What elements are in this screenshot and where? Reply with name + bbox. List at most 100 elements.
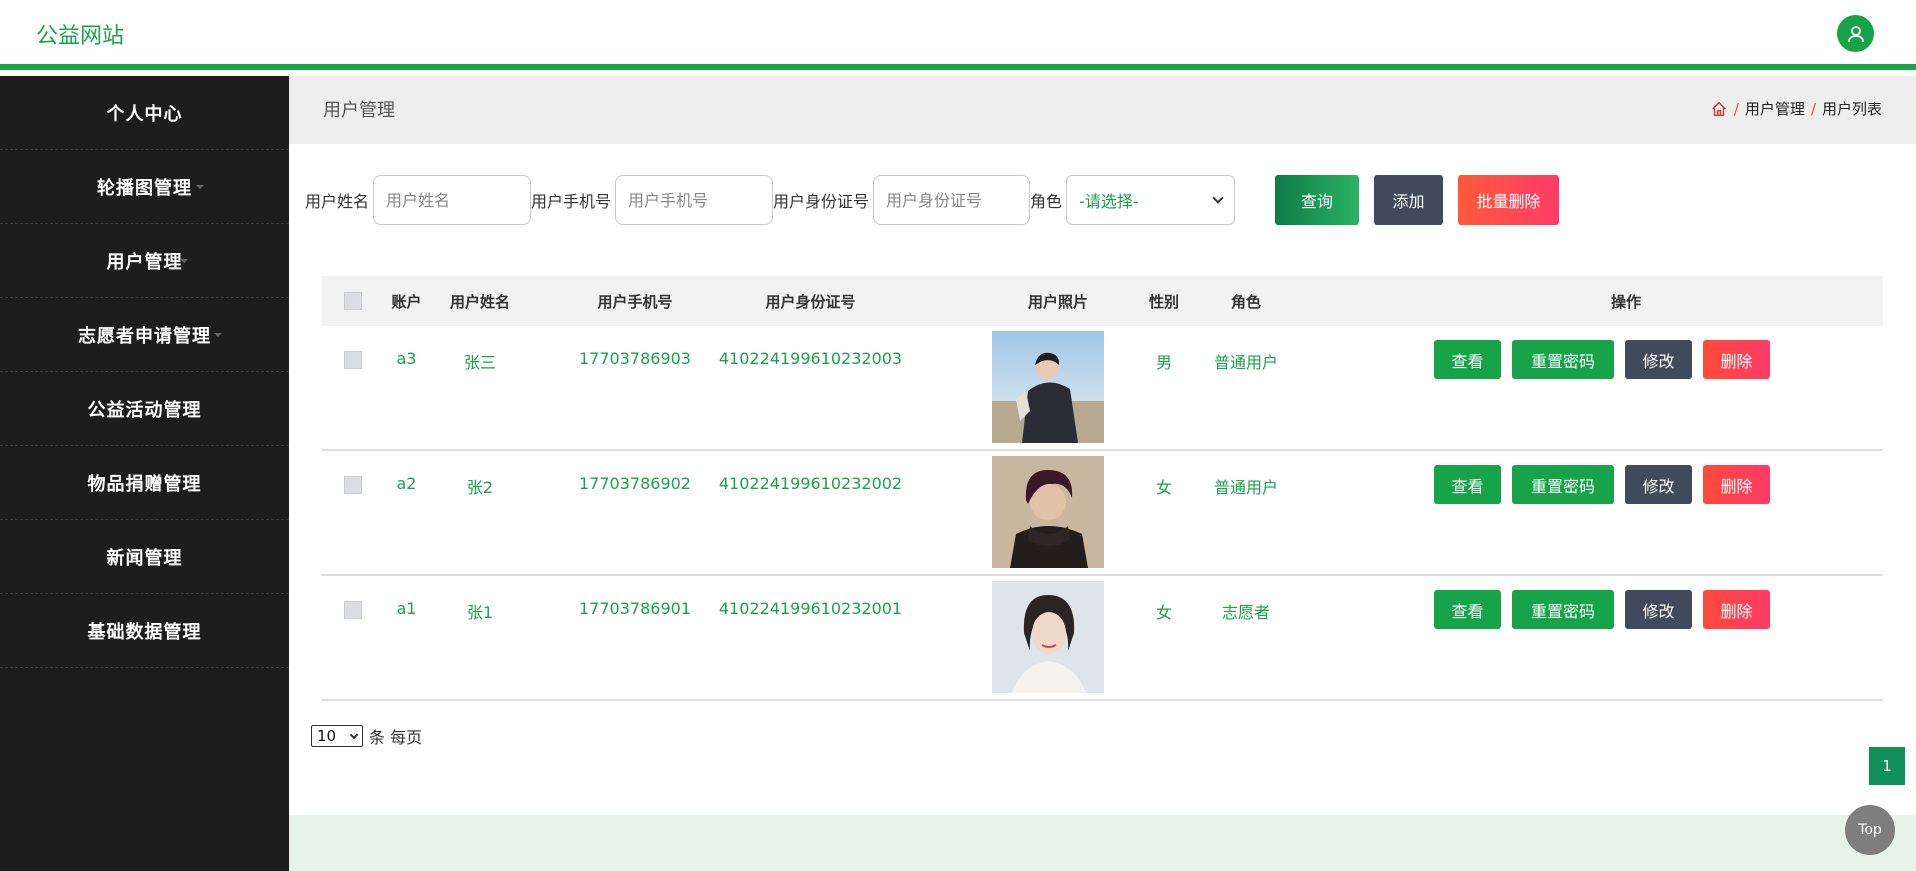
row-checkbox-cell <box>322 351 384 369</box>
cell-id-number: 410224199610232002 <box>718 474 903 493</box>
cell-role: 普通用户 <box>1213 478 1278 497</box>
cell-name: 张1 <box>466 603 494 622</box>
user-photo <box>992 581 1104 693</box>
sidebar-item-label: 轮播图管理 <box>97 177 192 199</box>
top-header: 公益网站 <box>0 0 1916 70</box>
page-size-select[interactable]: 10 <box>311 725 363 747</box>
name-search-input[interactable] <box>373 175 532 225</box>
reset-password-button[interactable]: 重置密码 <box>1512 340 1614 379</box>
sidebar-item-carousel[interactable]: 轮播图管理 <box>0 150 289 224</box>
user-avatar-button[interactable] <box>1837 15 1874 52</box>
cell-name: 张三 <box>463 353 496 372</box>
view-button[interactable]: 查看 <box>1434 465 1501 504</box>
user-photo <box>992 456 1104 568</box>
search-button[interactable]: 查询 <box>1275 175 1360 225</box>
cell-gender: 女 <box>1155 478 1172 497</box>
cell-account: a1 <box>396 599 417 618</box>
sidebar-item-base-data[interactable]: 基础数据管理 <box>0 594 289 668</box>
table-row: a2 张2 17703786902 410224199610232002 女 普… <box>322 451 1883 576</box>
sidebar-item-label: 志愿者申请管理 <box>78 325 211 347</box>
sidebar-item-label: 个人中心 <box>106 103 183 125</box>
cell-gender: 女 <box>1155 603 1172 622</box>
header-role: 角色 <box>1230 292 1261 311</box>
row-checkbox-cell <box>322 601 384 619</box>
site-brand[interactable]: 公益网站 <box>36 18 124 50</box>
page-header: 用户管理 / 用户管理 / 用户列表 <box>289 76 1916 144</box>
back-to-top-button[interactable]: Top <box>1845 805 1895 855</box>
search-form: 用户姓名 用户手机号 用户身份证号 角色 -请选择- 查询 添加 批量删除 <box>305 175 1560 225</box>
header-phone: 用户手机号 <box>597 292 673 311</box>
table-header: 账户 用户姓名 用户手机号 用户身份证号 用户照片 性别 角色 操作 <box>322 276 1883 326</box>
delete-button[interactable]: 删除 <box>1703 465 1770 504</box>
row-actions: 查看 重置密码 修改 删除 <box>1434 465 1770 504</box>
pagination-page-1[interactable]: 1 <box>1869 747 1905 785</box>
row-checkbox-cell <box>322 476 384 494</box>
chevron-down-icon <box>196 185 204 189</box>
footer-band <box>289 815 1916 871</box>
id-number-search-input[interactable] <box>873 175 1031 225</box>
page-size-control: 10 条 每页 <box>311 724 422 748</box>
reset-password-button[interactable]: 重置密码 <box>1512 465 1614 504</box>
delete-button[interactable]: 删除 <box>1703 340 1770 379</box>
breadcrumb-separator: / <box>1733 99 1739 118</box>
cell-phone: 17703786901 <box>579 599 691 618</box>
cell-phone: 17703786903 <box>579 349 691 368</box>
breadcrumb-item-current: 用户列表 <box>1821 100 1882 118</box>
cell-account: a3 <box>396 349 417 368</box>
reset-password-button[interactable]: 重置密码 <box>1512 590 1614 629</box>
page-title: 用户管理 <box>323 100 395 121</box>
home-icon[interactable] <box>1710 100 1728 118</box>
cell-gender: 男 <box>1155 353 1172 372</box>
view-button[interactable]: 查看 <box>1434 340 1501 379</box>
chevron-down-icon <box>1212 192 1224 204</box>
row-checkbox[interactable] <box>344 601 362 619</box>
chevron-down-icon <box>214 333 222 337</box>
name-label: 用户姓名 <box>305 192 370 211</box>
select-all-checkbox[interactable] <box>344 292 362 310</box>
table-row: a1 张1 17703786901 410224199610232001 女 志… <box>322 576 1883 701</box>
cell-id-number: 410224199610232003 <box>718 349 903 368</box>
header-account: 账户 <box>391 292 422 311</box>
phone-search-input[interactable] <box>615 175 774 225</box>
phone-label: 用户手机号 <box>531 192 612 211</box>
sidebar-item-label: 基础数据管理 <box>87 621 202 643</box>
batch-delete-button[interactable]: 批量删除 <box>1458 175 1560 225</box>
row-checkbox[interactable] <box>344 351 362 369</box>
breadcrumb-separator: / <box>1810 99 1816 118</box>
user-icon <box>1847 25 1864 42</box>
user-photo <box>992 331 1104 443</box>
row-actions: 查看 重置密码 修改 删除 <box>1434 340 1770 379</box>
sidebar-item-label: 物品捐赠管理 <box>87 473 202 495</box>
select-all-cell <box>322 292 384 310</box>
header-gender: 性别 <box>1148 292 1179 311</box>
add-button[interactable]: 添加 <box>1374 175 1444 225</box>
header-name: 用户姓名 <box>449 292 510 311</box>
user-table: 账户 用户姓名 用户手机号 用户身份证号 用户照片 性别 角色 操作 a3 张三… <box>322 276 1883 701</box>
edit-button[interactable]: 修改 <box>1625 590 1692 629</box>
edit-button[interactable]: 修改 <box>1625 465 1692 504</box>
cell-role: 志愿者 <box>1221 603 1270 622</box>
sidebar-item-activities[interactable]: 公益活动管理 <box>0 372 289 446</box>
sidebar-nav: 个人中心 轮播图管理 用户管理 志愿者申请管理 公益活动管理 物品捐赠管理 新闻… <box>0 76 289 871</box>
header-actions: 操作 <box>1610 292 1641 311</box>
sidebar-item-donations[interactable]: 物品捐赠管理 <box>0 446 289 520</box>
delete-button[interactable]: 删除 <box>1703 590 1770 629</box>
row-checkbox[interactable] <box>344 476 362 494</box>
sidebar-item-news[interactable]: 新闻管理 <box>0 520 289 594</box>
view-button[interactable]: 查看 <box>1434 590 1501 629</box>
sidebar-item-users[interactable]: 用户管理 <box>0 224 289 298</box>
edit-button[interactable]: 修改 <box>1625 340 1692 379</box>
sidebar-item-label: 公益活动管理 <box>87 399 202 421</box>
cell-role: 普通用户 <box>1213 353 1278 372</box>
sidebar-item-personal-center[interactable]: 个人中心 <box>0 76 289 150</box>
cell-name: 张2 <box>466 478 494 497</box>
role-label: 角色 <box>1030 192 1063 211</box>
breadcrumb-item[interactable]: 用户管理 <box>1745 98 1805 119</box>
sidebar-item-volunteer-apply[interactable]: 志愿者申请管理 <box>0 298 289 372</box>
sidebar-item-label: 用户管理 <box>106 251 183 273</box>
row-actions: 查看 重置密码 修改 删除 <box>1434 590 1770 629</box>
page-size-value: 10 <box>317 727 337 745</box>
breadcrumb: / 用户管理 / 用户列表 <box>1710 98 1882 119</box>
chevron-down-icon <box>349 730 359 739</box>
role-select[interactable]: -请选择- <box>1066 175 1236 225</box>
